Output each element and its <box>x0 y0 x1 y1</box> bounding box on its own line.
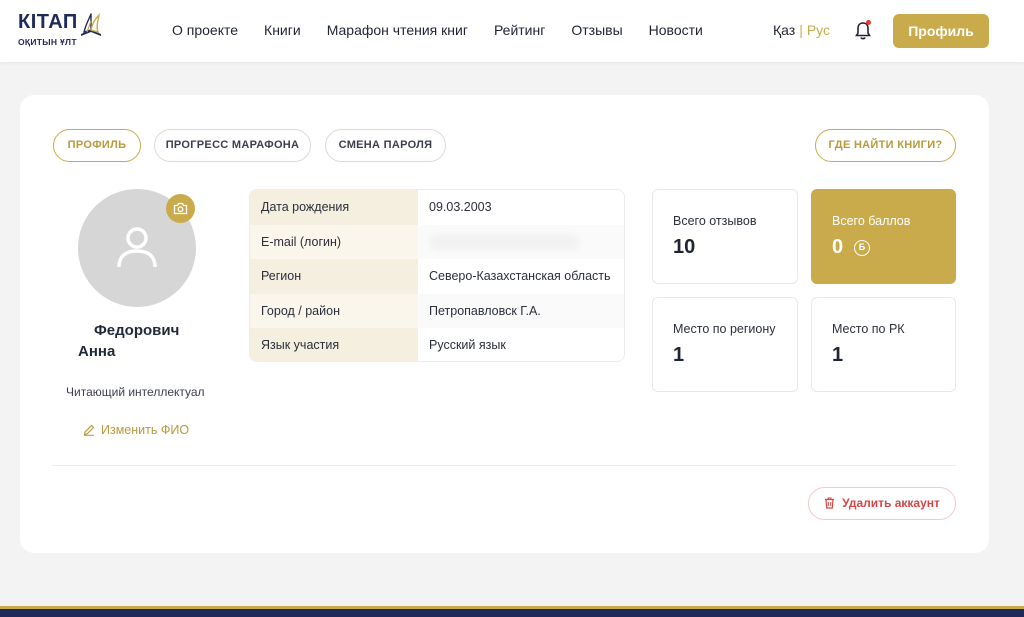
nav-books[interactable]: Книги <box>264 22 301 38</box>
row-label: Язык участия <box>250 328 418 361</box>
nav-rating[interactable]: Рейтинг <box>494 22 545 38</box>
table-row: Город / район Петропавловск Г.А. <box>250 293 624 329</box>
stat-value: 10 <box>673 236 696 258</box>
row-value: Северо-Казахстанская область <box>429 269 611 284</box>
table-row: Дата рождения 09.03.2003 <box>250 190 624 225</box>
notifications-button[interactable] <box>854 20 872 41</box>
stat-total-reviews: Всего отзывов 10 <box>652 189 798 284</box>
stat-label: Всего отзывов <box>673 214 757 228</box>
logo-subtitle: ОҚИТЫН ҰЛТ <box>18 37 77 47</box>
footer-bar <box>0 606 1024 617</box>
lang-kz[interactable]: Қаз <box>773 22 795 38</box>
table-row: Язык участия Русский язык <box>250 328 624 361</box>
pencil-icon <box>83 424 95 436</box>
edit-name-link[interactable]: Изменить ФИО <box>83 423 189 437</box>
stat-value: 0 <box>832 236 844 258</box>
change-photo-button[interactable] <box>166 194 195 223</box>
stat-label: Место по региону <box>673 322 776 336</box>
row-value: Петропавловск Г.А. <box>418 293 624 329</box>
row-label: Город / район <box>250 293 418 329</box>
row-label: E-mail (логин) <box>250 224 418 260</box>
find-books-button[interactable]: ГДЕ НАЙТИ КНИГИ? <box>815 129 956 162</box>
stat-value: 1 <box>832 344 844 366</box>
stat-total-points: Всего баллов 0 Б <box>811 189 956 284</box>
row-value: Русский язык <box>429 338 506 353</box>
row-value: 09.03.2003 <box>429 200 492 214</box>
nav-about[interactable]: О проекте <box>172 22 238 38</box>
site-logo[interactable]: КІТАП ОҚИТЫН ҰЛТ <box>18 10 108 50</box>
stat-label: Всего баллов <box>832 214 911 228</box>
stat-country-rank: Место по РК 1 <box>811 297 956 392</box>
lang-separator: | <box>799 22 803 38</box>
nav-news[interactable]: Новости <box>649 22 703 38</box>
logo-title: КІТАП <box>18 11 78 33</box>
nav-marathon[interactable]: Марафон чтения книг <box>327 22 468 38</box>
delete-account-label: Удалить аккаунт <box>842 496 940 510</box>
redacted-email <box>429 234 579 251</box>
profile-info-table: Дата рождения 09.03.2003 E-mail (логин) … <box>249 189 625 362</box>
stat-value: 1 <box>673 344 685 366</box>
row-label: Дата рождения <box>250 190 418 225</box>
table-row: E-mail (логин) <box>250 224 624 260</box>
table-row: Регион Северо-Казахстанская область <box>250 259 624 294</box>
tab-marathon-progress[interactable]: ПРОГРЕСС МАРАФОНА <box>154 129 311 162</box>
divider <box>52 465 956 466</box>
main-nav: О проекте Книги Марафон чтения книг Рейт… <box>172 22 729 38</box>
profile-button[interactable]: Профиль <box>893 14 989 48</box>
language-switcher: Қаз | Рус <box>773 22 830 38</box>
tab-profile[interactable]: ПРОФИЛЬ <box>53 129 141 162</box>
notification-dot <box>866 20 871 25</box>
user-status: Читающий интеллектуал <box>66 385 205 399</box>
camera-icon <box>173 202 188 215</box>
row-label: Регион <box>250 259 418 294</box>
user-icon <box>117 227 157 268</box>
tab-change-password[interactable]: СМЕНА ПАРОЛЯ <box>325 129 446 162</box>
stat-label: Место по РК <box>832 322 905 336</box>
user-firstname: Анна <box>78 343 116 360</box>
lang-ru[interactable]: Рус <box>807 22 830 38</box>
stat-region-rank: Место по региону 1 <box>652 297 798 392</box>
book-icon <box>81 12 101 36</box>
delete-account-button[interactable]: Удалить аккаунт <box>808 487 956 520</box>
row-value-redacted <box>418 224 624 260</box>
coin-icon: Б <box>854 240 870 256</box>
nav-reviews[interactable]: Отзывы <box>571 22 622 38</box>
trash-icon <box>825 497 835 509</box>
user-surname: Федорович <box>94 322 180 339</box>
profile-card: ПРОФИЛЬ ПРОГРЕСС МАРАФОНА СМЕНА ПАРОЛЯ Г… <box>20 95 989 553</box>
top-header: КІТАП ОҚИТЫН ҰЛТ О проекте Книги Марафон… <box>0 0 1024 62</box>
edit-name-label: Изменить ФИО <box>101 423 190 437</box>
